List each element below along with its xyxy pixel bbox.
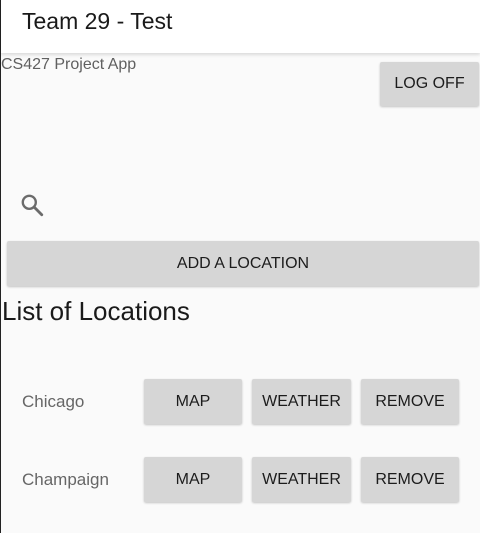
- app-screen: Team 29 - Test CS427 Project App LOG OFF…: [0, 0, 480, 533]
- location-name: Chicago: [22, 392, 85, 411]
- map-button[interactable]: MAP: [144, 457, 242, 502]
- app-title: Team 29 - Test: [22, 8, 173, 34]
- remove-button[interactable]: REMOVE: [361, 457, 459, 502]
- weather-button[interactable]: WEATHER: [252, 379, 351, 424]
- add-location-button[interactable]: ADD A LOCATION: [7, 241, 479, 286]
- map-button[interactable]: MAP: [144, 379, 242, 424]
- search-icon[interactable]: [19, 192, 45, 218]
- log-off-button[interactable]: LOG OFF: [380, 62, 479, 106]
- weather-button[interactable]: WEATHER: [252, 457, 351, 502]
- location-name: Champaign: [22, 470, 109, 489]
- app-subtitle: CS427 Project App: [1, 56, 137, 73]
- remove-button[interactable]: REMOVE: [361, 379, 459, 424]
- app-bar: Team 29 - Test: [1, 0, 480, 53]
- list-heading: List of Locations: [2, 296, 190, 326]
